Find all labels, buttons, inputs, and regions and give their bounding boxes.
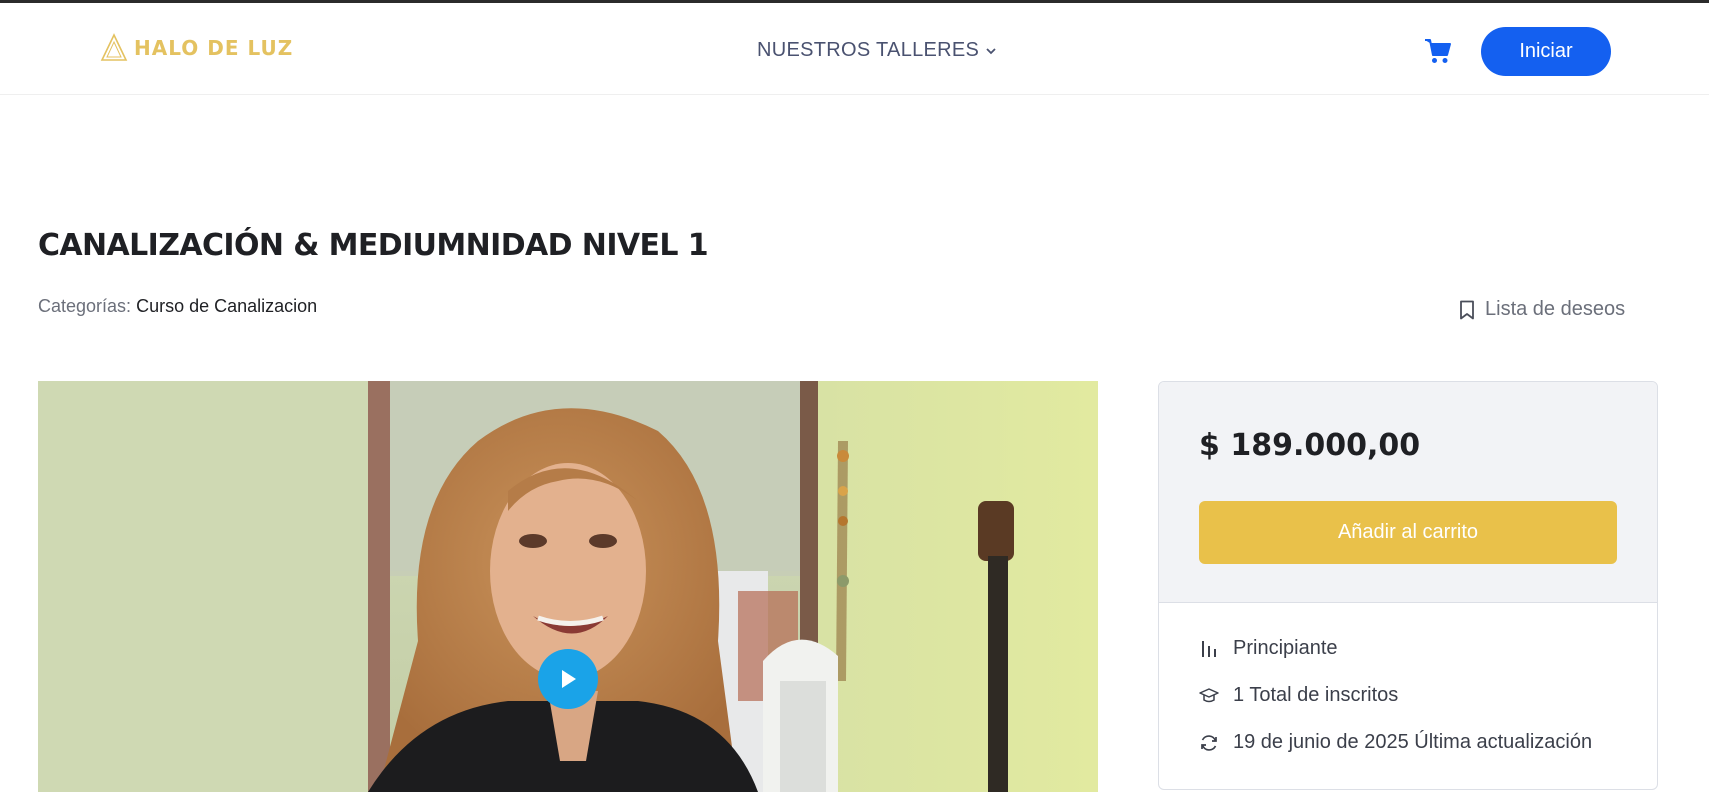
wishlist-button[interactable]: Lista de deseos [1459, 298, 1625, 321]
logo-text: HALO DE LUZ [134, 36, 294, 60]
triangle-logo-icon [100, 33, 128, 61]
level-text: Principiante [1233, 637, 1338, 659]
cart-icon[interactable] [1424, 37, 1452, 65]
play-icon [562, 670, 576, 688]
graduation-cap-icon [1199, 686, 1219, 706]
meta-level: Principiante [1199, 637, 1338, 660]
updated-text: 19 de junio de 2025 Última actualización [1233, 731, 1593, 753]
enrolled-text: 1 Total de inscritos [1233, 684, 1399, 706]
course-categories: Categorías: Curso de Canalizacion [38, 296, 317, 317]
video-thumbnail [38, 381, 1098, 792]
chevron-down-icon [986, 47, 996, 54]
course-intro-video[interactable] [38, 381, 1098, 792]
site-header: HALO DE LUZ NUESTROS TALLERES Iniciar [0, 3, 1709, 95]
course-title: CANALIZACIÓN & MEDIUMNIDAD NIVEL 1 [38, 228, 709, 263]
categories-label: Categorías: [38, 296, 132, 316]
site-logo[interactable]: HALO DE LUZ [100, 33, 293, 63]
wishlist-label: Lista de deseos [1485, 298, 1626, 320]
course-price: $ 189.000,00 [1199, 428, 1421, 463]
play-button[interactable] [538, 649, 598, 709]
login-button[interactable]: Iniciar [1481, 27, 1611, 76]
meta-updated: 19 de junio de 2025 Última actualización [1199, 731, 1592, 754]
refresh-icon [1199, 733, 1219, 753]
purchase-card: $ 189.000,00 Añadir al carrito Principia… [1158, 381, 1658, 790]
nav-talleres-dropdown[interactable]: NUESTROS TALLERES [757, 39, 997, 62]
level-bars-icon [1199, 639, 1219, 659]
add-to-cart-button[interactable]: Añadir al carrito [1199, 501, 1617, 564]
bookmark-icon [1460, 300, 1474, 319]
purchase-card-header: $ 189.000,00 Añadir al carrito [1159, 382, 1657, 603]
nav-talleres-label: NUESTROS TALLERES [757, 39, 980, 61]
category-link[interactable]: Curso de Canalizacion [136, 296, 317, 316]
meta-enrolled: 1 Total de inscritos [1199, 684, 1398, 707]
